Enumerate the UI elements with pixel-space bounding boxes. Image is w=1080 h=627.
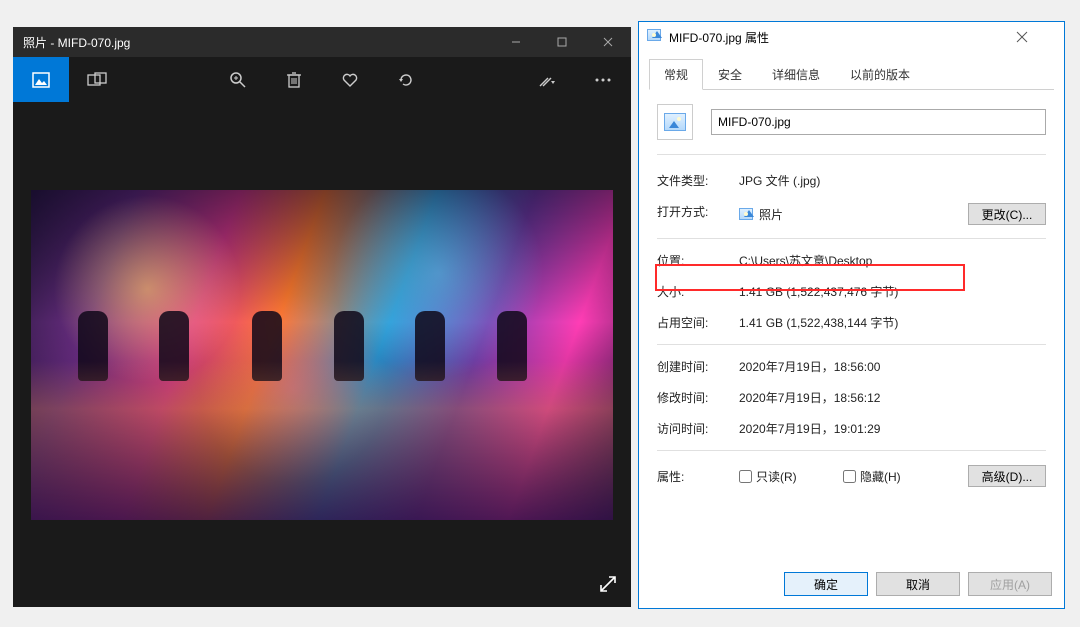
properties-title: MIFD-070.jpg 属性 (669, 29, 1016, 46)
edit-button[interactable] (519, 57, 575, 102)
photo-image (31, 190, 613, 520)
close-icon (1016, 31, 1028, 43)
file-icon (647, 29, 663, 45)
row-openwith: 打开方式: 照片 更改(C)... (657, 196, 1046, 232)
tab-general[interactable]: 常规 (649, 59, 703, 90)
row-modified: 修改时间: 2020年7月19日，18:56:12 (657, 382, 1046, 413)
rotate-icon (397, 71, 415, 89)
zoom-button[interactable] (210, 57, 266, 102)
tab-security[interactable]: 安全 (703, 59, 757, 90)
minimize-button[interactable] (493, 27, 539, 57)
dialog-close-button[interactable] (1016, 31, 1056, 43)
edit-icon (537, 71, 557, 89)
ok-button[interactable]: 确定 (784, 572, 868, 596)
advanced-button[interactable]: 高级(D)... (968, 465, 1046, 487)
more-icon (594, 77, 612, 83)
row-filetype: 文件类型: JPG 文件 (.jpg) (657, 165, 1046, 196)
highlight-size-row (655, 264, 965, 291)
photos-titlebar[interactable]: 照片 - MIFD-070.jpg (13, 27, 631, 57)
fullscreen-button[interactable] (599, 575, 617, 593)
openwith-icon (739, 208, 753, 220)
file-type-icon (657, 104, 693, 140)
properties-titlebar[interactable]: MIFD-070.jpg 属性 (639, 22, 1064, 52)
trash-icon (286, 71, 302, 89)
row-accessed: 访问时间: 2020年7月19日，19:01:29 (657, 413, 1046, 444)
delete-button[interactable] (266, 57, 322, 102)
compare-icon (87, 72, 107, 88)
tab-previous-versions[interactable]: 以前的版本 (835, 59, 925, 90)
cancel-button[interactable]: 取消 (876, 572, 960, 596)
apply-button[interactable]: 应用(A) (968, 572, 1052, 596)
properties-footer: 确定 取消 应用(A) (639, 562, 1064, 608)
heart-icon (341, 72, 359, 88)
photos-window: 照片 - MIFD-070.jpg (13, 27, 631, 607)
photos-title: 照片 - MIFD-070.jpg (23, 34, 493, 51)
photos-toolbar (13, 57, 631, 102)
window-controls (493, 27, 631, 57)
row-attributes: 属性: 只读(R) 隐藏(H) 高级(D)... (657, 457, 1046, 495)
hidden-checkbox[interactable]: 隐藏(H) (843, 468, 947, 485)
photo-canvas[interactable] (13, 102, 631, 607)
more-button[interactable] (575, 57, 631, 102)
change-openwith-button[interactable]: 更改(C)... (968, 203, 1046, 225)
view-photo-tab[interactable] (13, 57, 69, 102)
tab-details[interactable]: 详细信息 (757, 59, 835, 90)
expand-icon (599, 575, 617, 593)
row-size-on-disk: 占用空间: 1.41 GB (1,522,438,144 字节) (657, 307, 1046, 338)
readonly-checkbox[interactable]: 只读(R) (739, 468, 843, 485)
compare-tab[interactable] (69, 57, 125, 102)
rotate-button[interactable] (378, 57, 434, 102)
image-icon (32, 72, 50, 88)
favorite-button[interactable] (322, 57, 378, 102)
filename-input[interactable] (711, 109, 1046, 135)
properties-tabs: 常规 安全 详细信息 以前的版本 (649, 58, 1054, 90)
properties-dialog: MIFD-070.jpg 属性 常规 安全 详细信息 以前的版本 文件类型: J… (638, 21, 1065, 609)
row-created: 创建时间: 2020年7月19日，18:56:00 (657, 351, 1046, 382)
close-button[interactable] (585, 27, 631, 57)
zoom-icon (229, 71, 247, 89)
maximize-button[interactable] (539, 27, 585, 57)
properties-body: 文件类型: JPG 文件 (.jpg) 打开方式: 照片 更改(C)... 位置… (639, 90, 1064, 562)
